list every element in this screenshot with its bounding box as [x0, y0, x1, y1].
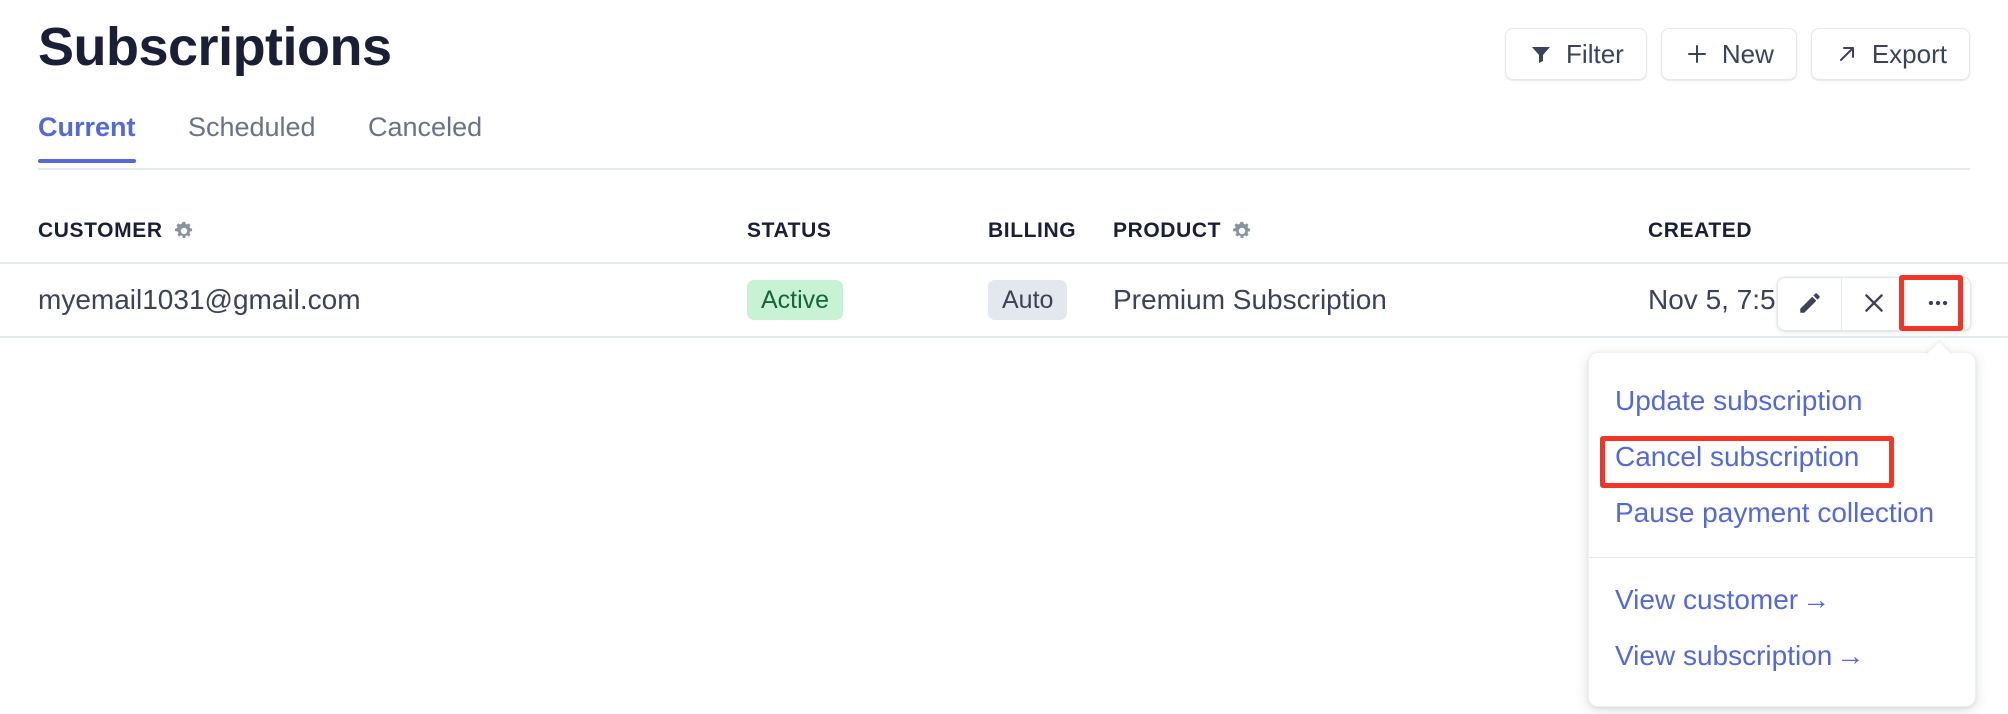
filter-button[interactable]: Filter [1505, 28, 1647, 80]
close-icon [1861, 290, 1887, 319]
status-badge: Active [747, 280, 844, 320]
tab-current[interactable]: Current [38, 112, 136, 163]
header-actions: Filter New Export [1505, 28, 1970, 80]
column-header-product-label: PRODUCT [1113, 219, 1222, 242]
cancel-row-button[interactable] [1842, 278, 1906, 330]
arrow-up-right-icon [1834, 41, 1860, 67]
arrow-right-icon: → [1836, 640, 1865, 671]
ellipsis-icon [1925, 290, 1951, 319]
column-header-product[interactable]: PRODUCT [1113, 200, 1253, 262]
menu-item-view-subscription[interactable]: View subscription → [1589, 628, 1975, 684]
subscriptions-page: Subscriptions Filter New Export Current … [0, 0, 2008, 714]
menu-item-update-subscription[interactable]: Update subscription [1589, 373, 1975, 429]
tab-scheduled[interactable]: Scheduled [188, 112, 316, 161]
more-actions-button[interactable] [1906, 278, 1970, 330]
export-button[interactable]: Export [1810, 28, 1970, 80]
column-header-status: STATUS [747, 200, 831, 262]
table-row[interactable]: myemail1031@gmail.com Active Auto Premiu… [0, 264, 2008, 338]
plus-icon [1684, 41, 1710, 67]
export-button-label: Export [1871, 38, 1947, 69]
tab-canceled[interactable]: Canceled [368, 112, 482, 161]
filter-button-label: Filter [1566, 38, 1624, 69]
pencil-icon [1797, 290, 1823, 319]
page-header: Subscriptions Filter New Export [38, 14, 1970, 100]
gear-icon[interactable] [1231, 220, 1253, 242]
column-header-created: CREATED [1648, 200, 1752, 262]
menu-item-pause-payment-collection[interactable]: Pause payment collection [1589, 485, 1975, 541]
column-header-customer[interactable]: CUSTOMER [38, 200, 195, 262]
table-header-row: CUSTOMER STATUS BILLING PRODUCT CREATED [0, 200, 2008, 264]
filter-icon [1528, 41, 1554, 67]
arrow-right-icon: → [1802, 584, 1831, 615]
tab-bar: Current Scheduled Canceled [38, 112, 1970, 170]
cell-product: Premium Subscription [1113, 284, 1387, 315]
menu-item-view-customer-label: View customer [1615, 584, 1799, 615]
more-actions-menu: Update subscription Cancel subscription … [1588, 352, 1976, 707]
menu-divider [1589, 557, 1975, 558]
menu-item-view-customer[interactable]: View customer → [1589, 572, 1975, 628]
row-action-buttons [1777, 277, 1971, 331]
new-button[interactable]: New [1660, 28, 1797, 80]
menu-item-view-subscription-label: View subscription [1615, 640, 1833, 671]
column-header-billing: BILLING [988, 200, 1076, 262]
subscriptions-table: CUSTOMER STATUS BILLING PRODUCT CREATED … [0, 200, 2008, 338]
gear-icon[interactable] [173, 220, 195, 242]
page-title: Subscriptions [38, 17, 392, 77]
menu-item-cancel-subscription[interactable]: Cancel subscription [1589, 429, 1975, 485]
billing-badge: Auto [988, 280, 1068, 320]
edit-row-button[interactable] [1778, 278, 1842, 330]
column-header-billing-label: BILLING [988, 219, 1077, 242]
menu-caret [1925, 340, 1951, 354]
cell-customer[interactable]: myemail1031@gmail.com [38, 264, 361, 336]
column-header-customer-label: CUSTOMER [38, 219, 163, 242]
cell-created: Nov 5, 7:5 [1648, 284, 1776, 315]
cell-billing: Auto [988, 264, 1068, 336]
cell-status: Active [747, 264, 844, 336]
new-button-label: New [1721, 38, 1774, 69]
column-header-status-label: STATUS [747, 219, 832, 242]
column-header-created-label: CREATED [1648, 219, 1753, 242]
